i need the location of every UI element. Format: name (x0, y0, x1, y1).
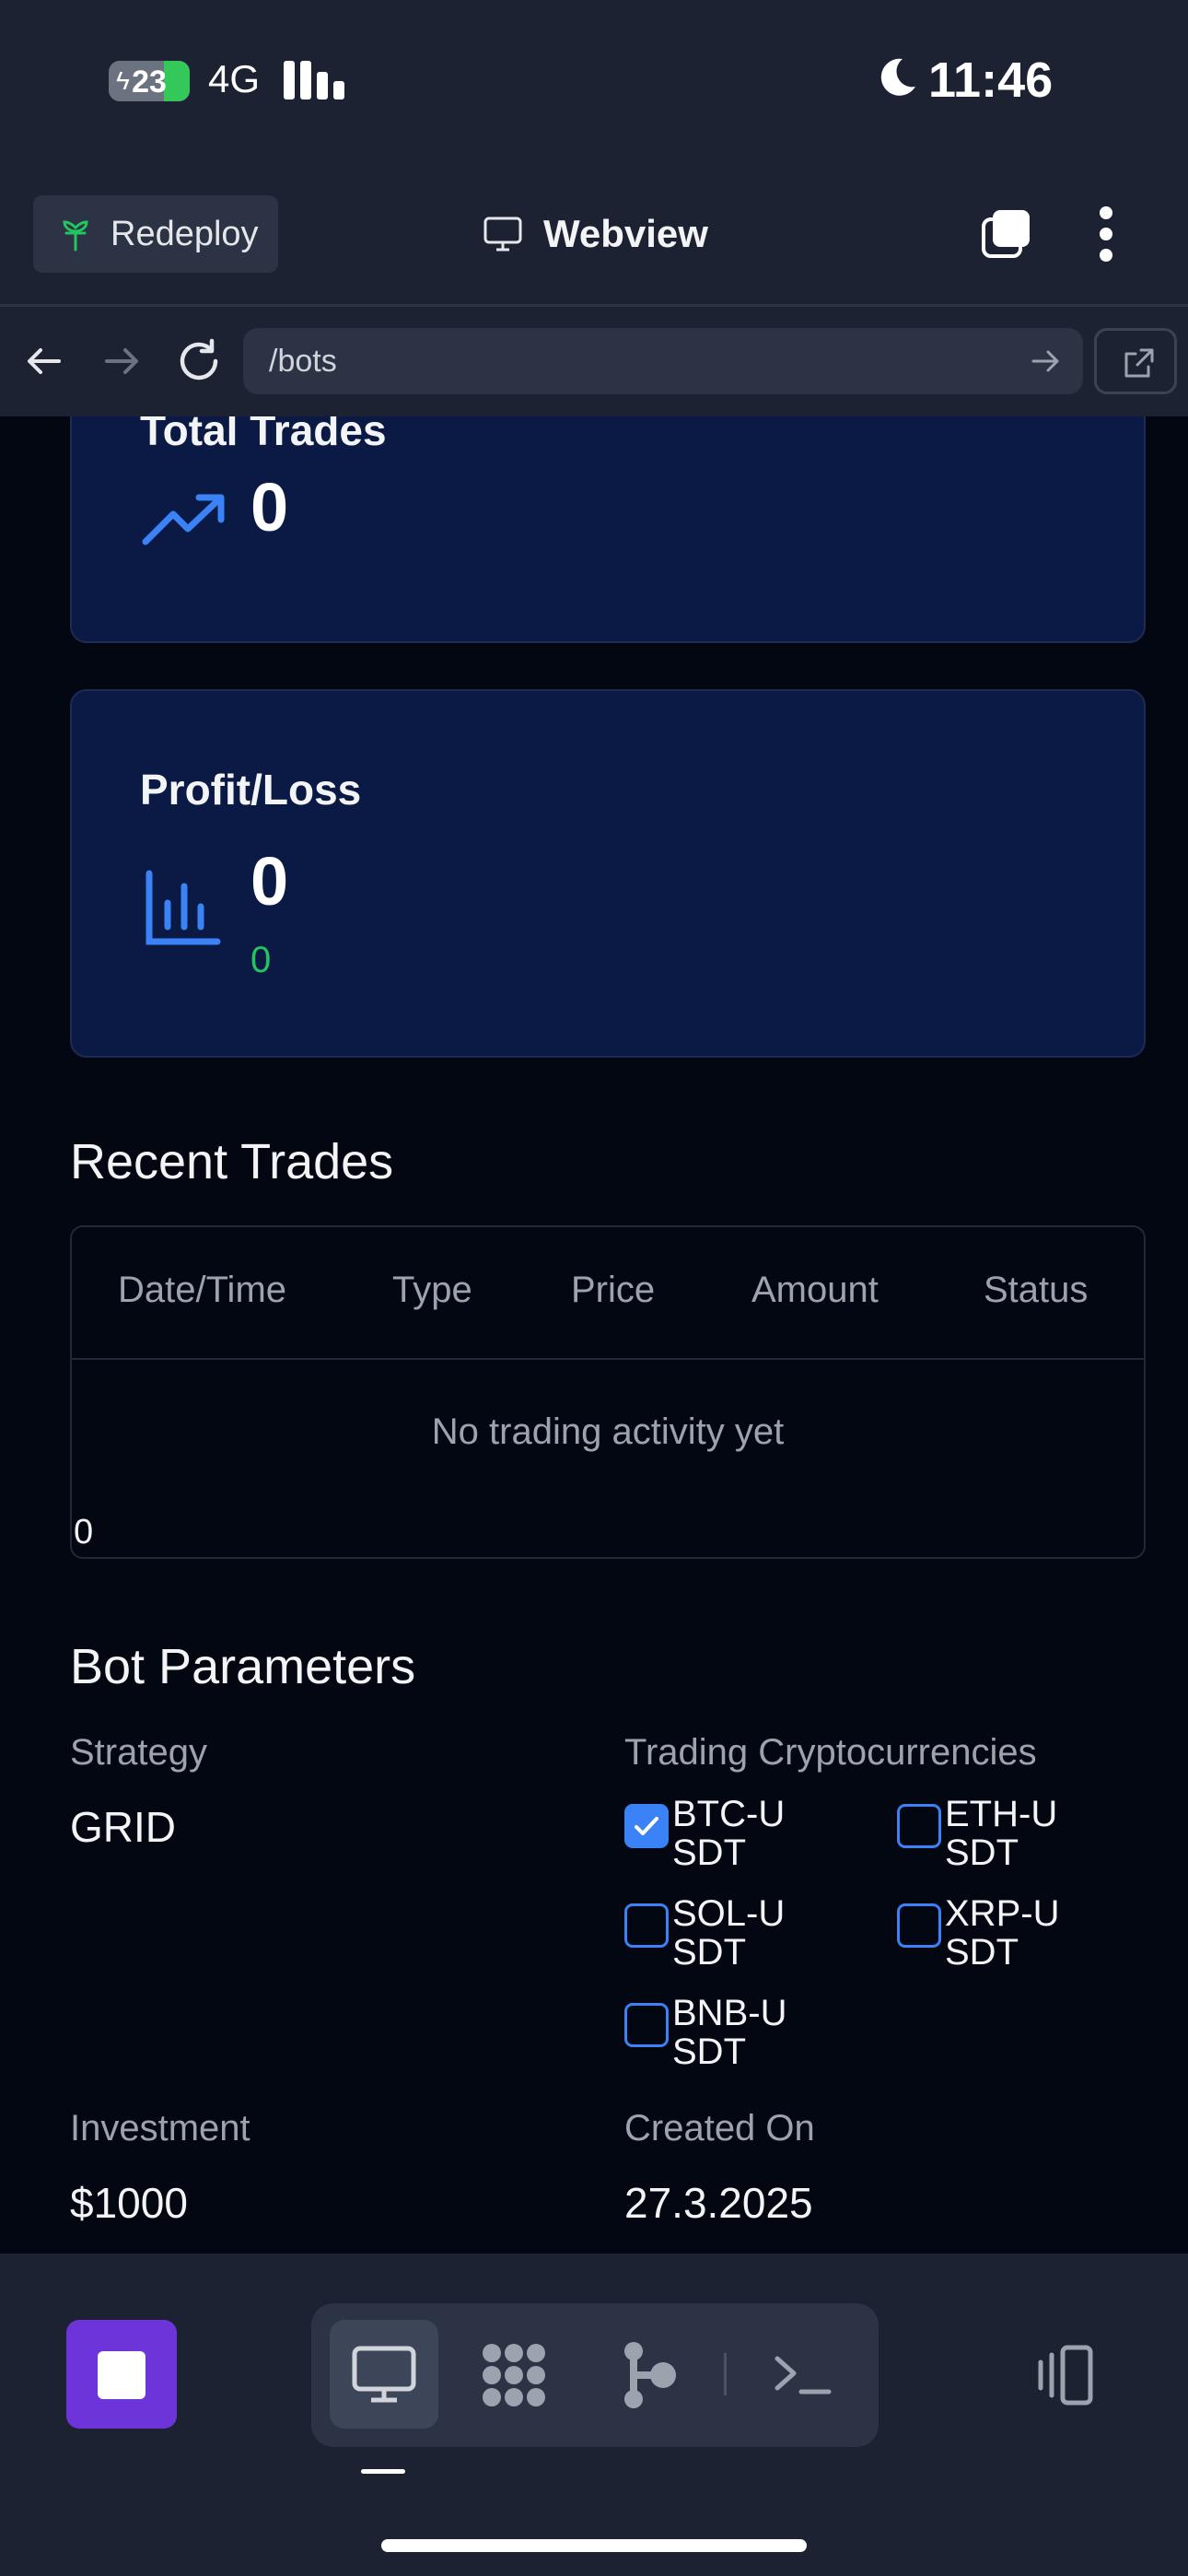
terminal-icon[interactable] (766, 2338, 840, 2412)
investment-label: Investment (70, 2108, 250, 2149)
bot-parameters-title: Bot Parameters (70, 1639, 416, 1694)
webview-tool-button[interactable] (330, 2320, 438, 2429)
crypto-label-xrp-usdt: XRP-USDT (945, 1893, 1060, 1973)
profit-loss-value: 0 (250, 843, 289, 919)
crypto-option-sol-usdt[interactable]: SOL-USDT (624, 1894, 792, 1972)
strategy-value: GRID (70, 1803, 176, 1851)
url-input[interactable]: /bots (243, 328, 1083, 394)
forward-arrow-icon[interactable] (101, 341, 142, 381)
go-arrow-icon[interactable] (1030, 345, 1063, 378)
strategy-label: Strategy (70, 1732, 207, 1773)
url-text: /bots (269, 343, 337, 379)
back-arrow-icon[interactable] (24, 341, 64, 381)
redeploy-label: Redeploy (111, 214, 259, 253)
crypto-label-bnb-usdt: BNB-USDT (672, 1993, 787, 2072)
toolbar-divider (724, 2353, 727, 2395)
active-tool-indicator (361, 2469, 405, 2474)
recent-trades-title: Recent Trades (70, 1134, 394, 1189)
cryptos-label: Trading Cryptocurrencies (624, 1732, 1037, 1773)
column-datetime: Date/Time (118, 1270, 287, 1310)
recent-trades-table: Date/Time Type Price Amount Status No tr… (70, 1225, 1146, 1559)
title-label: Webview (543, 212, 708, 255)
crypto-label-sol-usdt: SOL-USDT (672, 1893, 786, 1973)
column-amount: Amount (751, 1270, 879, 1310)
apps-grid-icon[interactable] (477, 2338, 551, 2412)
network-type: 4G (208, 57, 261, 100)
trade-count: 0 (74, 1513, 94, 1551)
moon-icon (880, 58, 915, 96)
checkmark-icon (635, 1817, 658, 1835)
column-price: Price (571, 1270, 656, 1310)
monitor-icon (483, 217, 522, 252)
monitor-icon (352, 2346, 416, 2403)
total-trades-value: 0 (250, 469, 289, 545)
header-divider (0, 304, 1188, 307)
reload-icon[interactable] (175, 337, 223, 385)
profit-loss-label: Profit/Loss (140, 766, 362, 814)
clock: 11:46 (928, 53, 1054, 108)
webview-content[interactable]: Total Trades 0 Profit/Loss 0 0 Recent Tr… (0, 416, 1188, 2254)
battery-indicator: ϟ 23 (109, 61, 190, 101)
redeploy-button[interactable]: Redeploy (33, 195, 278, 273)
crypto-label-btc-usdt: BTC-USDT (672, 1794, 786, 1873)
webview-title: Webview (483, 206, 708, 262)
battery-level: 23 (132, 64, 167, 100)
crypto-option-eth-usdt[interactable]: ETH-USDT (897, 1795, 1065, 1872)
stop-button[interactable] (66, 2320, 177, 2429)
crypto-option-xrp-usdt[interactable]: XRP-USDT (897, 1894, 1065, 1972)
bar-chart-icon (146, 870, 221, 945)
home-indicator (381, 2539, 807, 2552)
branch-icon[interactable] (611, 2338, 685, 2412)
crypto-option-btc-usdt[interactable]: BTC-USDT (624, 1795, 792, 1872)
more-options-icon[interactable] (1092, 205, 1122, 263)
total-trades-card: Total Trades 0 (70, 416, 1146, 643)
crypto-label-eth-usdt: ETH-USDT (945, 1794, 1058, 1873)
created-on-value: 27.3.2025 (624, 2179, 813, 2227)
empty-state-message: No trading activity yet (431, 1411, 785, 1452)
signal-bars-icon (284, 61, 348, 100)
investment-value: $1000 (70, 2179, 188, 2227)
checkbox-xrp-usdt[interactable] (897, 1903, 941, 1948)
tabs-icon[interactable] (980, 208, 1031, 260)
column-type: Type (392, 1270, 472, 1310)
table-header: Date/Time Type Price Amount Status (72, 1227, 1144, 1360)
deploy-icon (63, 220, 88, 252)
profit-loss-change: 0 (250, 940, 272, 980)
external-link-icon (1124, 348, 1154, 378)
device-layout-icon[interactable] (1030, 2338, 1103, 2412)
open-external-button[interactable] (1094, 328, 1177, 394)
profit-loss-card: Profit/Loss 0 0 (70, 689, 1146, 1058)
checkbox-eth-usdt[interactable] (897, 1804, 941, 1848)
checkbox-sol-usdt[interactable] (624, 1903, 669, 1948)
column-status: Status (984, 1270, 1089, 1310)
stop-icon (98, 2351, 146, 2399)
crypto-option-bnb-usdt[interactable]: BNB-USDT (624, 1994, 792, 2071)
total-trades-label: Total Trades (140, 416, 387, 454)
checkbox-bnb-usdt[interactable] (624, 2003, 669, 2047)
trending-up-icon (142, 494, 225, 545)
created-on-label: Created On (624, 2108, 815, 2149)
checkbox-btc-usdt[interactable] (624, 1804, 669, 1848)
